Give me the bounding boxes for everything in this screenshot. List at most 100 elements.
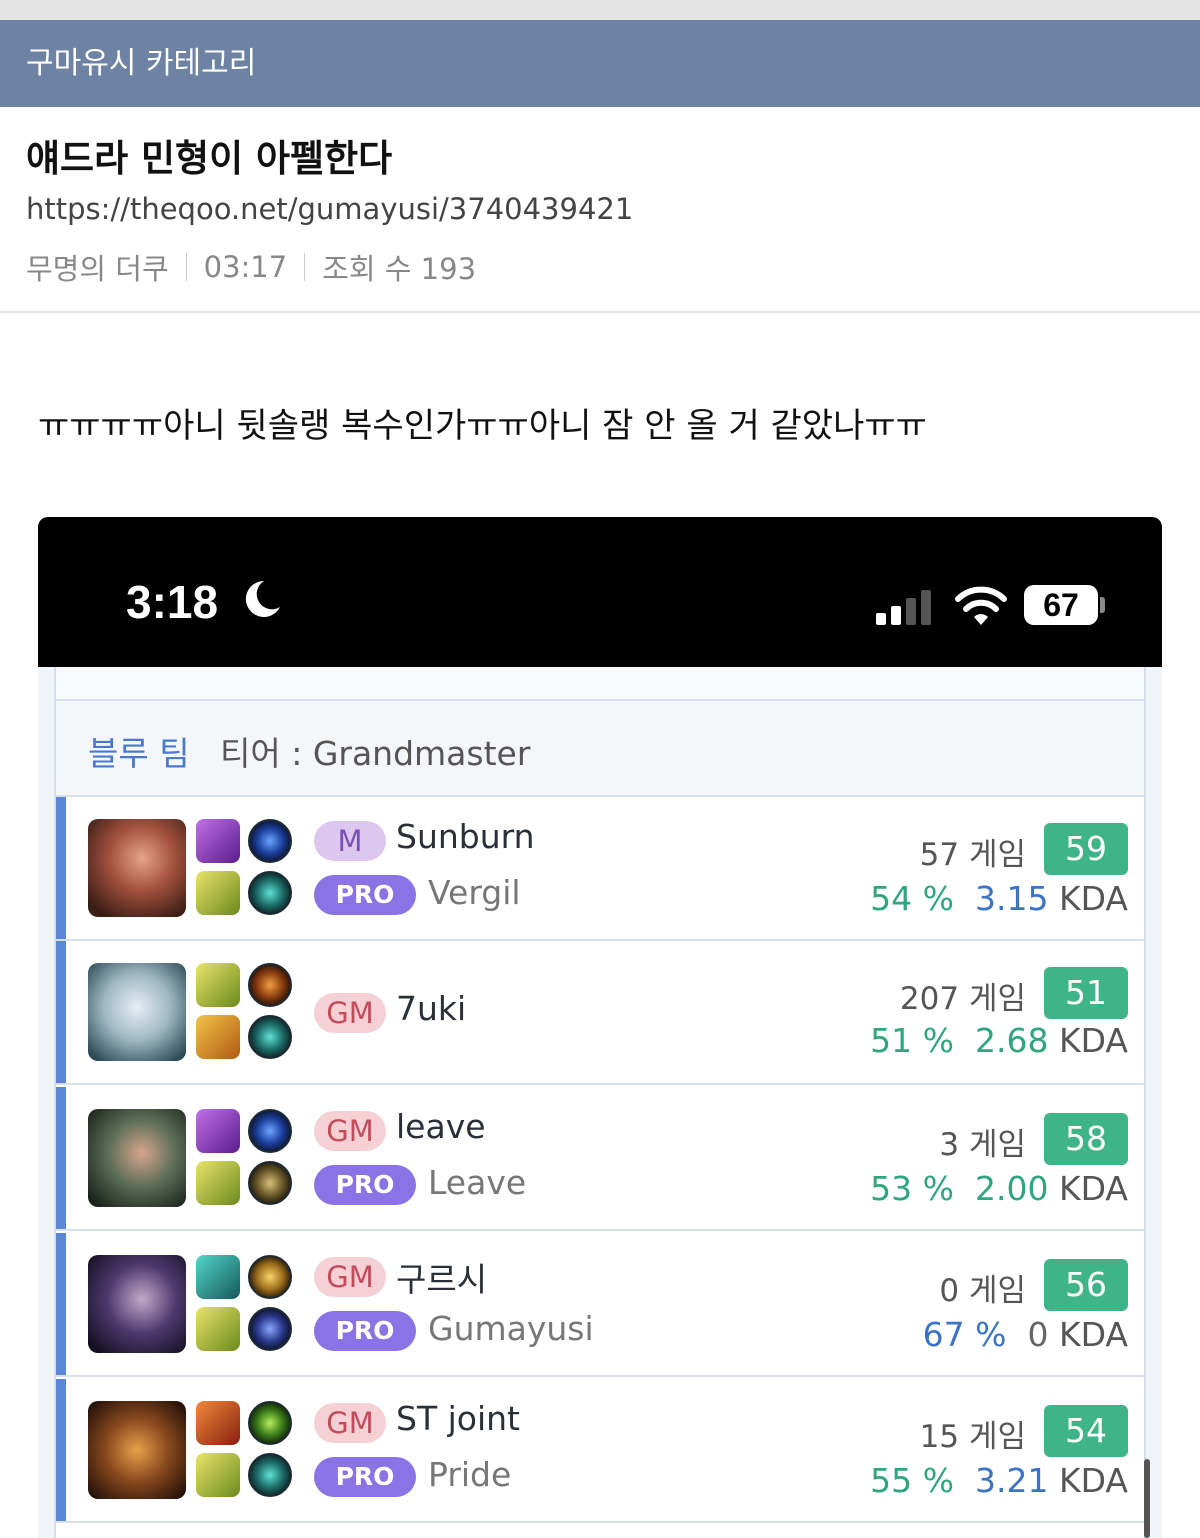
games-count: 57 게임	[919, 837, 1026, 873]
games-count: 15 게임	[919, 1419, 1026, 1455]
summoner-spell-icon	[196, 819, 240, 863]
kda-value: 2.00	[974, 1169, 1049, 1208]
post-meta: 무명의 더쿠 03:17 조회 수 193	[26, 246, 476, 288]
rank-badge: M	[314, 821, 386, 861]
kda-label: KDA	[1058, 1315, 1128, 1354]
rune-icon	[248, 1453, 292, 1497]
team-accent-bar	[56, 1379, 66, 1521]
rune-icon	[248, 871, 292, 915]
champion-portrait	[88, 963, 186, 1061]
rune-icon	[248, 1401, 292, 1445]
player-row[interactable]: GM ST joint PRO Pride 15 게임 54 55 % 3.21…	[56, 1379, 1144, 1523]
games-count: 207 게임	[899, 981, 1026, 1017]
player-row[interactable]: M Sunburn PRO Vergil 57 게임 59 54 % 3.15 …	[56, 797, 1144, 941]
rank-badge: GM	[314, 993, 386, 1033]
phone-clock: 3:18	[126, 576, 219, 628]
win-rate: 54 %	[870, 879, 954, 918]
flash-spell-icon	[196, 1453, 240, 1497]
pro-badge: PRO	[314, 875, 416, 915]
player-stats: 51 % 2.68 KDA	[870, 1021, 1128, 1060]
team-accent-bar	[56, 1087, 66, 1229]
kda-label: KDA	[1058, 1461, 1128, 1500]
rune-icon	[248, 1255, 292, 1299]
player-name[interactable]: 구르시	[396, 1253, 487, 1301]
score-badge: 56	[1044, 1259, 1128, 1311]
wifi-icon	[955, 586, 1007, 625]
flash-spell-icon	[196, 1307, 240, 1351]
summoner-spell-icon	[196, 1255, 240, 1299]
kda-label: KDA	[1058, 879, 1128, 918]
team-panel: 블루 팀 티어 : Grandmaster M Sunburn PRO Verg…	[54, 667, 1146, 1538]
rank-badge: GM	[314, 1403, 386, 1443]
kda-value: 3.21	[974, 1461, 1049, 1500]
post-url[interactable]: https://theqoo.net/gumayusi/3740439421	[26, 192, 633, 226]
player-stats: 67 % 0 KDA	[923, 1315, 1128, 1354]
player-name[interactable]: 7uki	[396, 989, 466, 1028]
games-count: 0 게임	[939, 1273, 1026, 1309]
pro-badge: PRO	[314, 1457, 416, 1497]
player-stats: 54 % 3.15 KDA	[870, 879, 1128, 918]
team-name: 블루 팀	[88, 734, 190, 773]
player-stats: 53 % 2.00 KDA	[870, 1169, 1128, 1208]
champion-portrait	[88, 1109, 186, 1207]
summoner-spell-icon	[196, 1015, 240, 1059]
win-rate: 53 %	[870, 1169, 954, 1208]
flash-spell-icon	[196, 871, 240, 915]
pro-player-name[interactable]: Pride	[428, 1455, 511, 1494]
pro-player-name[interactable]: Vergil	[428, 873, 521, 912]
games-count: 3 게임	[939, 1127, 1026, 1163]
player-name[interactable]: leave	[396, 1107, 486, 1146]
win-rate: 51 %	[870, 1021, 954, 1060]
flash-spell-icon	[196, 1161, 240, 1205]
rune-icon	[248, 819, 292, 863]
win-rate: 55 %	[870, 1461, 954, 1500]
author-name: 무명의 더쿠	[26, 252, 169, 286]
meta-divider	[304, 253, 306, 281]
team-accent-bar	[56, 941, 66, 1083]
champion-portrait	[88, 819, 186, 917]
pro-player-name[interactable]: Leave	[428, 1163, 526, 1202]
scrollbar[interactable]	[1144, 1459, 1150, 1538]
pro-badge: PRO	[314, 1311, 416, 1351]
champion-portrait	[88, 1255, 186, 1353]
cellular-signal-icon	[876, 590, 931, 625]
kda-value: 2.68	[974, 1021, 1049, 1060]
rank-badge: GM	[314, 1111, 386, 1151]
kda-value: 3.15	[974, 879, 1049, 918]
header-divider	[0, 311, 1200, 313]
moon-icon	[245, 580, 280, 617]
player-name[interactable]: Sunburn	[396, 817, 535, 856]
panel-top-strip	[56, 667, 1144, 701]
rune-icon	[248, 963, 292, 1007]
pro-player-name[interactable]: Gumayusi	[428, 1309, 594, 1348]
category-header[interactable]: 구마유시 카테고리	[0, 20, 1200, 107]
player-name[interactable]: ST joint	[396, 1399, 520, 1438]
player-stats: 55 % 3.21 KDA	[870, 1461, 1128, 1500]
view-count: 조회 수 193	[322, 252, 477, 286]
rune-icon	[248, 1161, 292, 1205]
summoner-spell-icon	[196, 1109, 240, 1153]
kda-label: KDA	[1058, 1169, 1128, 1208]
embedded-screenshot: 3:18 67 블루 팀 티어 : Grandmaster M Sunburn …	[38, 517, 1162, 1538]
kda-label: KDA	[1058, 1021, 1128, 1060]
post-body: ㅠㅠㅠㅠ아니 뒷솔랭 복수인가ㅠㅠ아니 잠 안 올 거 같았나ㅠㅠ	[38, 406, 927, 446]
player-row[interactable]: GM 구르시 PRO Gumayusi 0 게임 56 67 % 0 KDA	[56, 1233, 1144, 1377]
kda-value: 0	[1027, 1315, 1049, 1354]
champion-portrait	[88, 1401, 186, 1499]
team-tier: 티어 : Grandmaster	[220, 734, 531, 773]
score-badge: 54	[1044, 1405, 1128, 1457]
score-badge: 58	[1044, 1113, 1128, 1165]
meta-divider	[185, 253, 187, 281]
post-time: 03:17	[203, 250, 288, 284]
player-row[interactable]: GM 7uki 207 게임 51 51 % 2.68 KDA	[56, 941, 1144, 1085]
post-title: 얘드라 민형이 아펠한다	[26, 137, 393, 180]
battery-tip	[1100, 597, 1105, 613]
rune-icon	[248, 1015, 292, 1059]
score-badge: 59	[1044, 823, 1128, 875]
phone-status-bar: 3:18 67	[38, 517, 1162, 667]
top-strip	[0, 0, 1200, 20]
player-row[interactable]: GM leave PRO Leave 3 게임 58 53 % 2.00 KDA	[56, 1087, 1144, 1231]
rune-icon	[248, 1307, 292, 1351]
team-header: 블루 팀 티어 : Grandmaster	[56, 701, 1144, 797]
win-rate: 67 %	[922, 1315, 1007, 1354]
